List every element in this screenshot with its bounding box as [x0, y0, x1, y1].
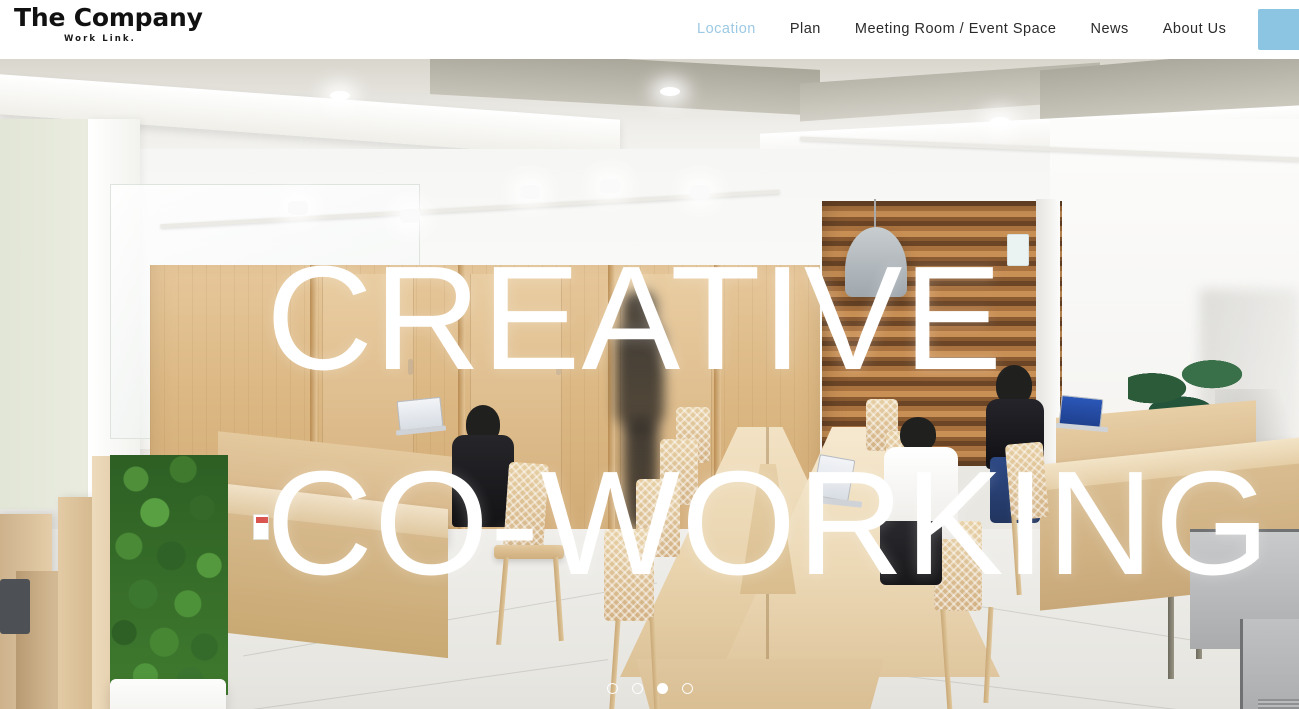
spotlight [690, 185, 710, 199]
site-header: The Company Work Link. Location Plan Mee… [0, 0, 1299, 59]
logo-title: The Company [14, 3, 203, 32]
nav-item-about-us[interactable]: About Us [1146, 0, 1244, 59]
nav-item-location[interactable]: Location [680, 0, 773, 59]
hanging-plant-foliage [110, 455, 228, 695]
kitchen-appliance [1240, 619, 1299, 709]
nav-item-news[interactable]: News [1073, 0, 1145, 59]
booth-door-handle [408, 359, 413, 375]
spotlight [520, 185, 540, 199]
main-navigation: Location Plan Meeting Room / Event Space… [680, 0, 1243, 59]
chair-back [1004, 441, 1050, 521]
site-logo[interactable]: The Company Work Link. [14, 4, 234, 44]
chair-back [502, 461, 550, 553]
logo-subtitle: Work Link. [64, 34, 136, 44]
booth-door-handle [556, 359, 561, 375]
downlight [990, 117, 1010, 126]
downlight [660, 87, 680, 96]
carousel-dot-1[interactable] [606, 683, 618, 694]
hero-carousel: CREATIVE CO-WORKING [0, 59, 1299, 709]
chair-back [604, 529, 654, 621]
header-cta-button[interactable] [1258, 9, 1299, 50]
booth-divider [608, 265, 615, 565]
spotlight [400, 209, 420, 223]
nav-item-meeting-room-event-space[interactable]: Meeting Room / Event Space [838, 0, 1074, 59]
carousel-dot-3[interactable] [656, 683, 668, 694]
hero-background-photo [0, 59, 1299, 709]
laptop-screen [812, 454, 856, 502]
blurred-person-torso [616, 321, 664, 429]
carousel-pagination [0, 683, 1299, 694]
spotlight [288, 201, 308, 215]
nav-item-plan[interactable]: Plan [773, 0, 838, 59]
carousel-dot-2[interactable] [631, 683, 643, 694]
wall-panel-device [1007, 234, 1029, 266]
carousel-dot-4[interactable] [681, 683, 693, 694]
downlight [330, 91, 350, 100]
person-legs [880, 521, 942, 585]
office-equipment [0, 579, 30, 634]
appliance-vent [1258, 699, 1299, 709]
spotlight [600, 179, 620, 193]
person-head [900, 417, 936, 451]
desk-sign-card [253, 514, 269, 540]
